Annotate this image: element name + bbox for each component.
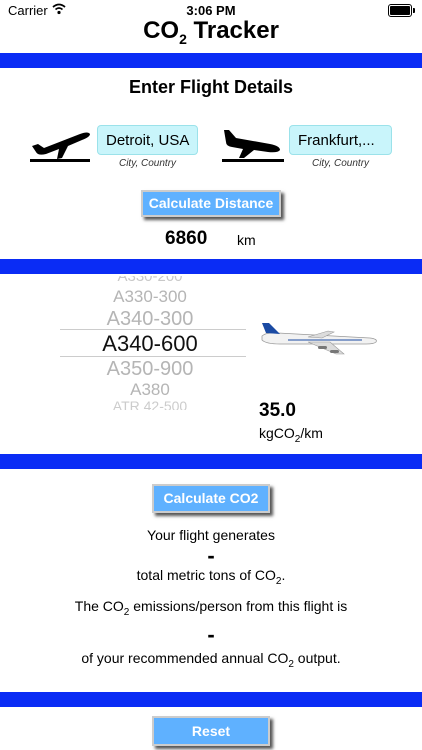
origin-input[interactable]: Detroit, USA — [97, 125, 198, 155]
picker-option[interactable]: ATR 42-500 — [70, 398, 230, 410]
origin-hint: City, Country — [118, 158, 177, 169]
takeoff-icon — [30, 132, 90, 162]
divider-bar — [0, 454, 422, 469]
emission-unit: kgCO2/km — [259, 425, 323, 445]
divider-bar — [0, 259, 422, 274]
calculate-co2-button[interactable]: Calculate CO2 — [152, 484, 270, 513]
result-line-tons: total metric tons of CO2. — [136, 567, 286, 587]
result-line-annual: of your recommended annual CO2 output. — [81, 650, 341, 670]
landing-icon — [222, 130, 284, 162]
divider-bar — [0, 53, 422, 68]
picker-option[interactable]: A330-300 — [70, 287, 230, 307]
picker-selected[interactable]: A340-600 — [65, 331, 235, 357]
battery-icon — [388, 4, 415, 17]
distance-value: 6860 — [165, 228, 208, 249]
picker-option[interactable]: A380 — [70, 380, 230, 400]
picker-option[interactable]: A340-300 — [70, 308, 230, 331]
aircraft-image — [261, 323, 377, 355]
distance-unit: km — [237, 232, 256, 248]
divider-bar — [0, 692, 422, 707]
aircraft-picker[interactable]: A330-200 A330-300 A340-300 A340-600 A350… — [60, 276, 250, 410]
reset-button[interactable]: Reset — [152, 716, 270, 746]
clock: 3:06 PM — [186, 3, 236, 18]
picker-option[interactable]: A350-900 — [70, 358, 230, 381]
result-line-generates: Your flight generates — [147, 527, 275, 543]
total-tons-value: - — [207, 543, 215, 568]
flight-details-heading: Enter Flight Details — [128, 77, 294, 97]
picker-option[interactable]: A330-200 — [70, 276, 230, 285]
page-title: CO2 Tracker — [143, 17, 279, 47]
result-line-per-person: The CO2 emissions/person from this fligh… — [74, 598, 348, 618]
calculate-distance-button[interactable]: Calculate Distance — [141, 190, 281, 217]
destination-input[interactable]: Frankfurt,... — [289, 125, 392, 155]
emission-per-km-value: 35.0 — [259, 400, 296, 421]
destination-hint: City, Country — [311, 158, 370, 169]
annual-percent-value: - — [207, 622, 215, 647]
